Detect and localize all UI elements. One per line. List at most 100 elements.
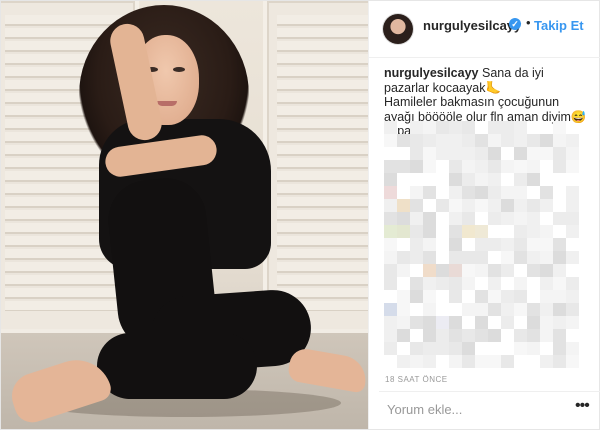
blur-pixel — [475, 186, 488, 199]
blur-pixel — [514, 238, 527, 251]
blur-pixel — [384, 342, 397, 355]
post-timestamp[interactable]: 18 SAAT ÖNCE — [385, 375, 448, 384]
blur-pixel — [449, 186, 462, 199]
blur-pixel — [449, 134, 462, 147]
instagram-post: nurgulyesilcayy ✓ • Takip Et nurgulyesil… — [0, 0, 600, 430]
blur-pixel — [410, 212, 423, 225]
blur-pixel — [436, 121, 449, 134]
blur-pixel — [488, 147, 501, 160]
blur-pixel — [462, 355, 475, 368]
blur-pixel — [449, 173, 462, 186]
blur-pixel — [540, 225, 553, 238]
blur-pixel — [449, 329, 462, 342]
follow-button[interactable]: Takip Et — [534, 18, 584, 33]
blur-pixel — [423, 134, 436, 147]
blur-pixel — [449, 251, 462, 264]
blur-pixel — [436, 199, 449, 212]
blur-pixel — [449, 199, 462, 212]
blur-pixel — [397, 251, 410, 264]
avatar[interactable] — [383, 14, 413, 44]
blur-pixel — [423, 147, 436, 160]
blur-pixel — [488, 121, 501, 134]
blur-pixel — [553, 290, 566, 303]
blur-pixel — [475, 238, 488, 251]
blur-pixel — [514, 147, 527, 160]
post-photo[interactable] — [1, 1, 368, 429]
mouth-shape — [157, 101, 177, 106]
blur-pixel — [449, 316, 462, 329]
blur-pixel — [566, 342, 579, 355]
blur-pixel — [397, 316, 410, 329]
blur-pixel — [566, 277, 579, 290]
blur-pixel — [540, 355, 553, 368]
comment-input[interactable] — [387, 399, 557, 419]
blur-pixel — [423, 212, 436, 225]
blur-pixel — [384, 173, 397, 186]
blur-pixel — [410, 251, 423, 264]
blur-pixel — [423, 121, 436, 134]
blur-pixel — [423, 225, 436, 238]
blur-pixel — [553, 238, 566, 251]
blur-pixel — [553, 134, 566, 147]
blur-pixel — [410, 238, 423, 251]
blur-pixel — [527, 160, 540, 173]
blur-pixel — [410, 134, 423, 147]
blur-pixel — [488, 160, 501, 173]
blur-pixel — [540, 147, 553, 160]
blur-pixel — [527, 251, 540, 264]
blur-pixel — [475, 329, 488, 342]
blur-pixel — [384, 199, 397, 212]
blur-pixel — [384, 212, 397, 225]
blur-pixel — [475, 225, 488, 238]
author-username[interactable]: nurgulyesilcayy — [423, 18, 521, 33]
blur-pixel — [540, 186, 553, 199]
blur-pixel — [397, 199, 410, 212]
blur-pixel — [475, 160, 488, 173]
blur-pixel — [540, 264, 553, 277]
blur-pixel — [553, 329, 566, 342]
blur-pixel — [566, 290, 579, 303]
blur-pixel — [462, 186, 475, 199]
blur-pixel — [553, 355, 566, 368]
blur-pixel — [423, 355, 436, 368]
blur-pixel — [423, 160, 436, 173]
blur-pixel — [384, 303, 397, 316]
blur-pixel — [410, 290, 423, 303]
more-options-icon[interactable]: ••• — [575, 397, 590, 415]
blur-pixel — [462, 342, 475, 355]
caption-username[interactable]: nurgulyesilcayy — [384, 66, 479, 80]
blur-pixel — [527, 147, 540, 160]
blur-pixel — [397, 212, 410, 225]
blur-pixel — [410, 225, 423, 238]
blur-pixel — [384, 121, 397, 134]
blur-pixel — [436, 277, 449, 290]
blur-pixel — [449, 277, 462, 290]
blur-pixel — [540, 199, 553, 212]
blur-pixel — [527, 173, 540, 186]
blur-pixel — [488, 355, 501, 368]
blur-pixel — [423, 290, 436, 303]
blur-pixel — [397, 303, 410, 316]
blur-pixel — [540, 316, 553, 329]
blur-pixel — [462, 173, 475, 186]
blur-pixel — [566, 355, 579, 368]
blur-pixel — [384, 238, 397, 251]
blur-pixel — [566, 316, 579, 329]
blur-pixel — [410, 342, 423, 355]
blur-pixel — [436, 329, 449, 342]
blur-pixel — [501, 186, 514, 199]
blur-pixel — [423, 264, 436, 277]
blur-pixel — [488, 199, 501, 212]
blur-pixel — [488, 290, 501, 303]
blur-pixel — [423, 316, 436, 329]
blur-pixel — [514, 173, 527, 186]
blur-pixel — [462, 277, 475, 290]
blur-pixel — [410, 121, 423, 134]
blur-pixel — [462, 134, 475, 147]
blur-pixel — [397, 160, 410, 173]
blur-pixel — [566, 134, 579, 147]
blur-pixel — [514, 277, 527, 290]
blur-pixel — [449, 147, 462, 160]
blur-pixel — [553, 316, 566, 329]
blur-pixel — [527, 212, 540, 225]
